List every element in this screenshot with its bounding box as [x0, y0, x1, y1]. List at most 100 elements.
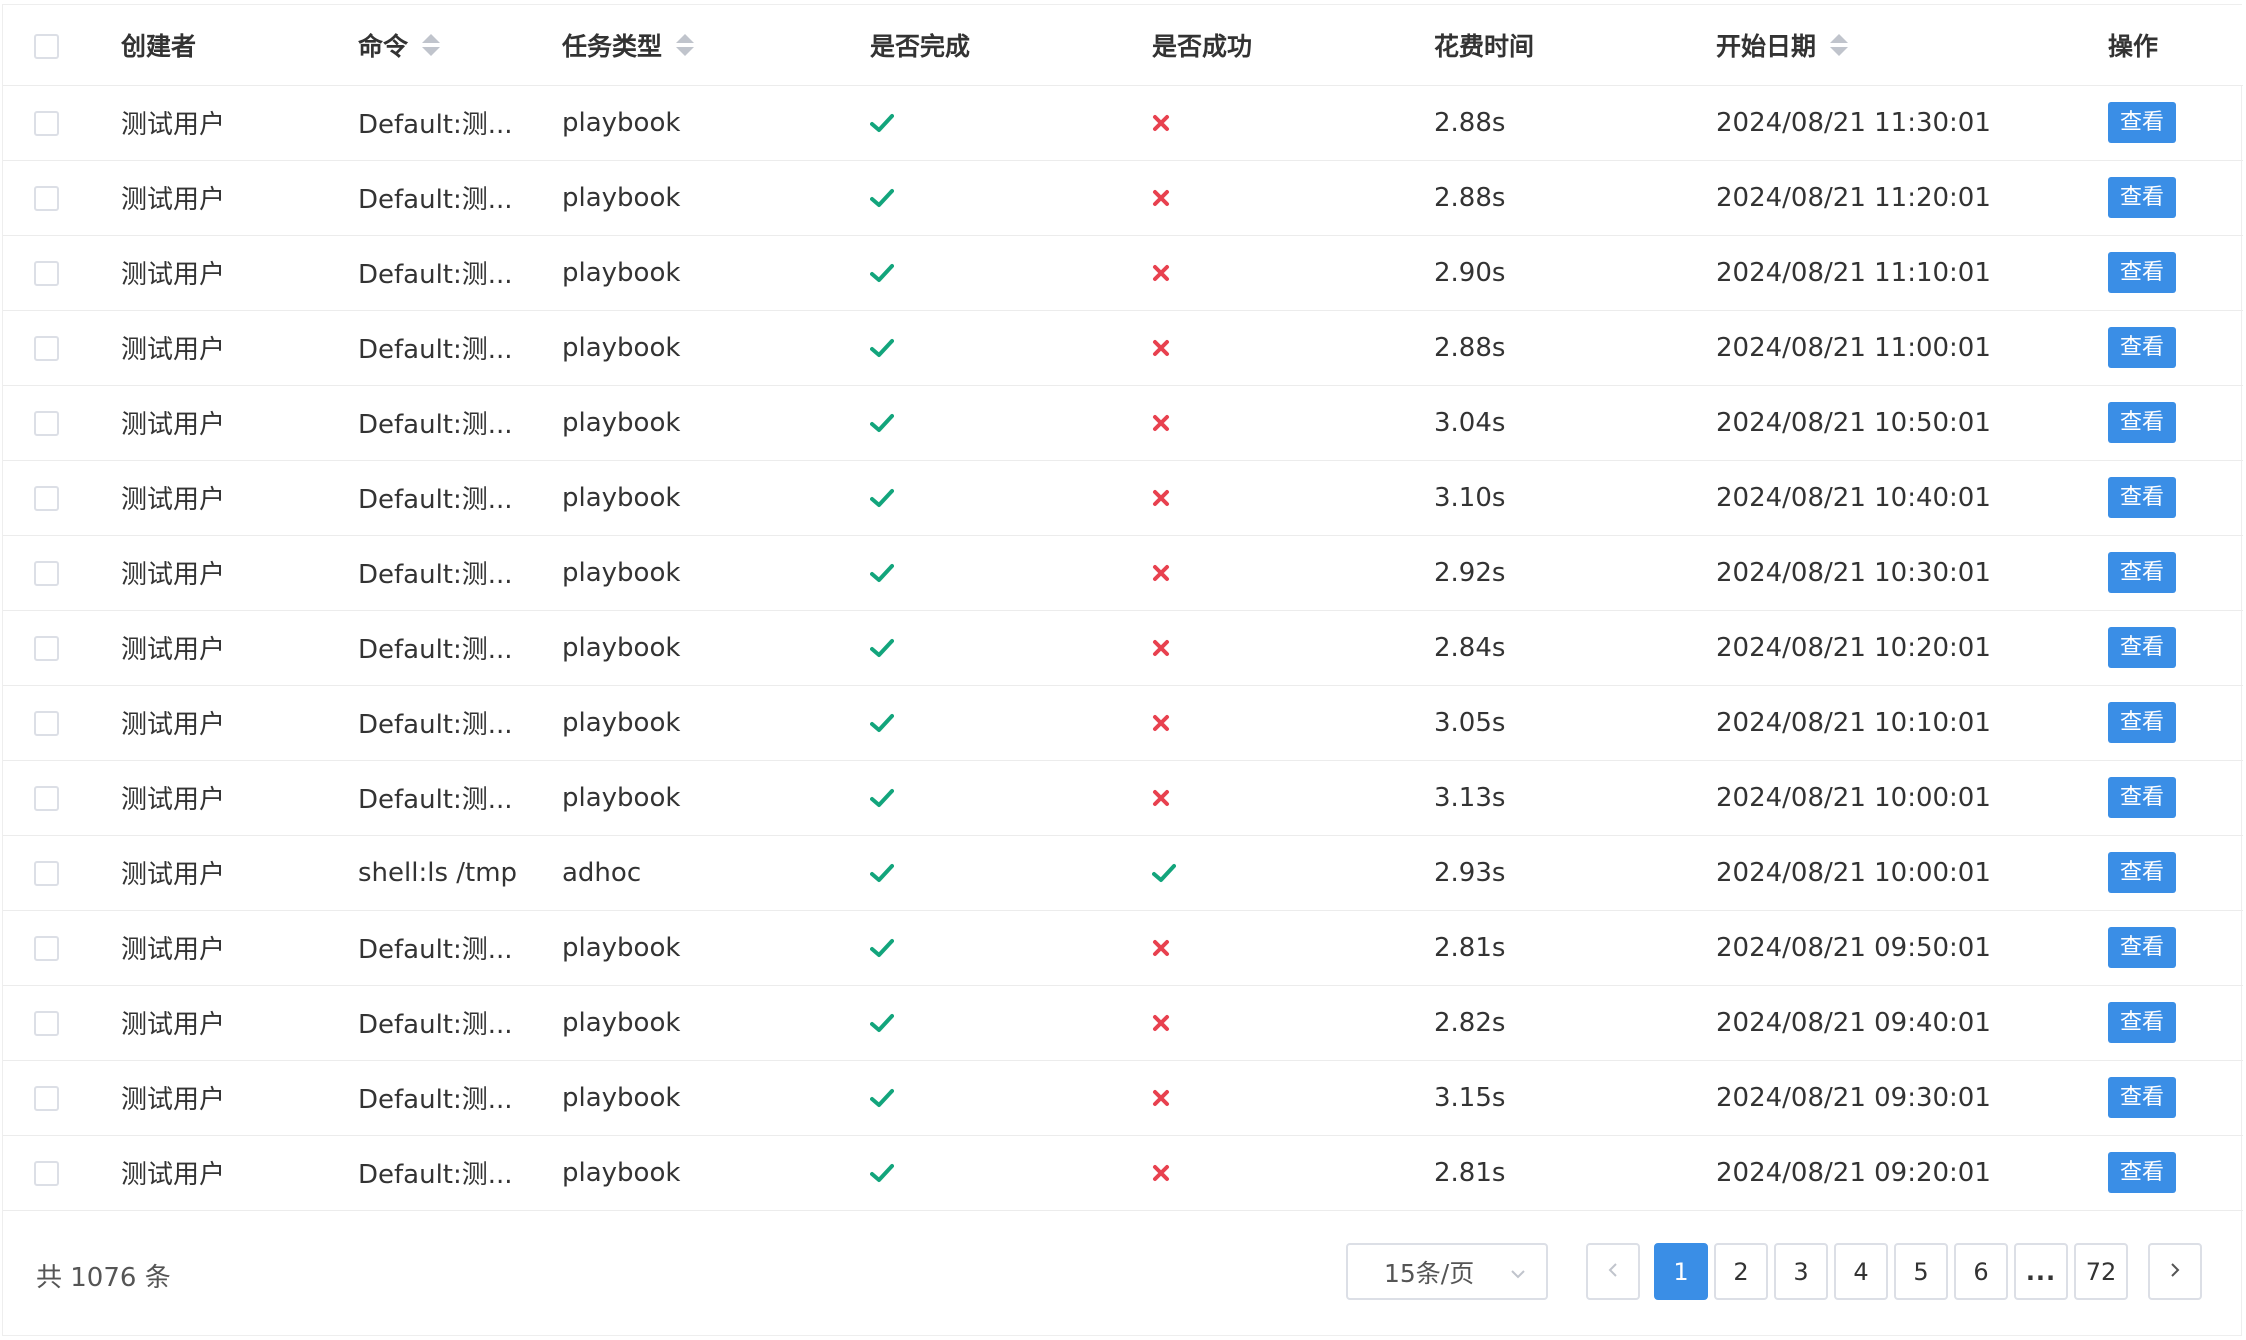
cell-creator: 测试用户 — [121, 985, 358, 1061]
page-ellipsis[interactable]: ... — [2014, 1243, 2068, 1300]
next-page-button[interactable] — [2148, 1243, 2202, 1300]
cell-success — [1152, 1060, 1434, 1136]
cell-task-type: playbook — [562, 535, 870, 611]
view-button[interactable]: 查看 — [2108, 927, 2176, 968]
page-button-6[interactable]: 6 — [1954, 1243, 2008, 1300]
row-checkbox[interactable] — [34, 335, 59, 361]
prev-page-button[interactable] — [1586, 1243, 1640, 1300]
cross-icon — [1152, 264, 1170, 282]
header-command-label: 命令 — [358, 31, 409, 61]
table-row: 测试用户 Default:测... playbook 3.13s 2024/08… — [3, 760, 2243, 836]
page-button-5[interactable]: 5 — [1894, 1243, 1948, 1300]
page-button-4[interactable]: 4 — [1834, 1243, 1888, 1300]
table-row: 测试用户 Default:测... playbook 2.81s 2024/08… — [3, 1135, 2243, 1211]
view-button[interactable]: 查看 — [2108, 177, 2176, 218]
view-button[interactable]: 查看 — [2108, 1152, 2176, 1193]
cell-creator: 测试用户 — [121, 310, 358, 386]
row-checkbox[interactable] — [34, 935, 59, 961]
cell-actions: 查看 — [2069, 460, 2243, 536]
page-button-2[interactable]: 2 — [1714, 1243, 1768, 1300]
cell-task-type: playbook — [562, 460, 870, 536]
row-checkbox[interactable] — [34, 260, 59, 286]
cell-task-type: playbook — [562, 910, 870, 986]
cell-task-type: playbook — [562, 985, 870, 1061]
cell-task-type: playbook — [562, 235, 870, 311]
cell-command: Default:测... — [358, 85, 562, 161]
row-checkbox[interactable] — [34, 110, 59, 136]
cell-success — [1152, 760, 1434, 836]
cell-completed — [870, 985, 1152, 1061]
view-button[interactable]: 查看 — [2108, 477, 2176, 518]
sort-caret-icon[interactable] — [422, 33, 441, 56]
view-button[interactable]: 查看 — [2108, 852, 2176, 893]
view-button[interactable]: 查看 — [2108, 1002, 2176, 1043]
cell-task-type: playbook — [562, 310, 870, 386]
view-button[interactable]: 查看 — [2108, 552, 2176, 593]
sort-caret-icon[interactable] — [676, 33, 695, 56]
page-button-last[interactable]: 72 — [2074, 1243, 2128, 1300]
row-checkbox[interactable] — [34, 410, 59, 436]
cell-success — [1152, 460, 1434, 536]
cell-duration: 2.88s — [1434, 85, 1716, 161]
row-checkbox[interactable] — [34, 1160, 59, 1186]
total-count: 共 1076 条 — [36, 1263, 171, 1293]
cell-completed — [870, 460, 1152, 536]
row-checkbox[interactable] — [34, 710, 59, 736]
cell-actions: 查看 — [2069, 160, 2243, 236]
row-checkbox[interactable] — [34, 1085, 59, 1111]
cell-completed — [870, 310, 1152, 386]
cell-command: Default:测... — [358, 235, 562, 311]
view-button[interactable]: 查看 — [2108, 402, 2176, 443]
row-checkbox[interactable] — [34, 560, 59, 586]
task-history-panel: 创建者 命令 任务类型 是否完成 是否成功 花费时间 开始日期 操作 测试用户 … — [2, 4, 2243, 1336]
cell-command: Default:测... — [358, 985, 562, 1061]
row-checkbox[interactable] — [34, 860, 59, 886]
row-checkbox[interactable] — [34, 785, 59, 811]
cell-creator: 测试用户 — [121, 910, 358, 986]
row-select-cell — [3, 835, 121, 911]
row-checkbox[interactable] — [34, 485, 59, 511]
cell-start-date: 2024/08/21 10:30:01 — [1716, 535, 2069, 611]
sort-caret-icon[interactable] — [1830, 33, 1849, 56]
cell-success — [1152, 610, 1434, 686]
cell-actions: 查看 — [2069, 535, 2243, 611]
cell-actions: 查看 — [2069, 85, 2243, 161]
header-command[interactable]: 命令 — [358, 5, 562, 86]
row-checkbox[interactable] — [34, 635, 59, 661]
cell-success — [1152, 1135, 1434, 1211]
row-select-cell — [3, 910, 121, 986]
header-start-date[interactable]: 开始日期 — [1716, 5, 2069, 86]
cell-completed — [870, 160, 1152, 236]
check-icon — [1152, 863, 1176, 883]
view-button[interactable]: 查看 — [2108, 252, 2176, 293]
page-button-1[interactable]: 1 — [1654, 1243, 1708, 1300]
row-checkbox[interactable] — [34, 1010, 59, 1036]
cell-start-date: 2024/08/21 11:20:01 — [1716, 160, 2069, 236]
cell-task-type: playbook — [562, 1135, 870, 1211]
view-button[interactable]: 查看 — [2108, 102, 2176, 143]
select-all-checkbox[interactable] — [34, 33, 59, 59]
header-task-type[interactable]: 任务类型 — [562, 5, 870, 86]
view-button[interactable]: 查看 — [2108, 777, 2176, 818]
table-row: 测试用户 Default:测... playbook 2.88s 2024/08… — [3, 310, 2243, 386]
cell-actions: 查看 — [2069, 1060, 2243, 1136]
cell-command: Default:测... — [358, 1135, 562, 1211]
header-start-date-label: 开始日期 — [1716, 31, 1817, 61]
cross-icon — [1152, 639, 1170, 657]
cell-start-date: 2024/08/21 10:20:01 — [1716, 610, 2069, 686]
cell-task-type: playbook — [562, 1060, 870, 1136]
view-button[interactable]: 查看 — [2108, 627, 2176, 668]
cell-duration: 3.05s — [1434, 685, 1716, 761]
view-button[interactable]: 查看 — [2108, 702, 2176, 743]
cell-command: Default:测... — [358, 610, 562, 686]
cell-start-date: 2024/08/21 11:10:01 — [1716, 235, 2069, 311]
cell-creator: 测试用户 — [121, 835, 358, 911]
cell-start-date: 2024/08/21 10:50:01 — [1716, 385, 2069, 461]
view-button[interactable]: 查看 — [2108, 1077, 2176, 1118]
page-button-3[interactable]: 3 — [1774, 1243, 1828, 1300]
header-actions: 操作 — [2069, 5, 2243, 86]
page-size-select[interactable]: 15条/页 — [1346, 1243, 1548, 1300]
row-select-cell — [3, 310, 121, 386]
view-button[interactable]: 查看 — [2108, 327, 2176, 368]
row-checkbox[interactable] — [34, 185, 59, 211]
